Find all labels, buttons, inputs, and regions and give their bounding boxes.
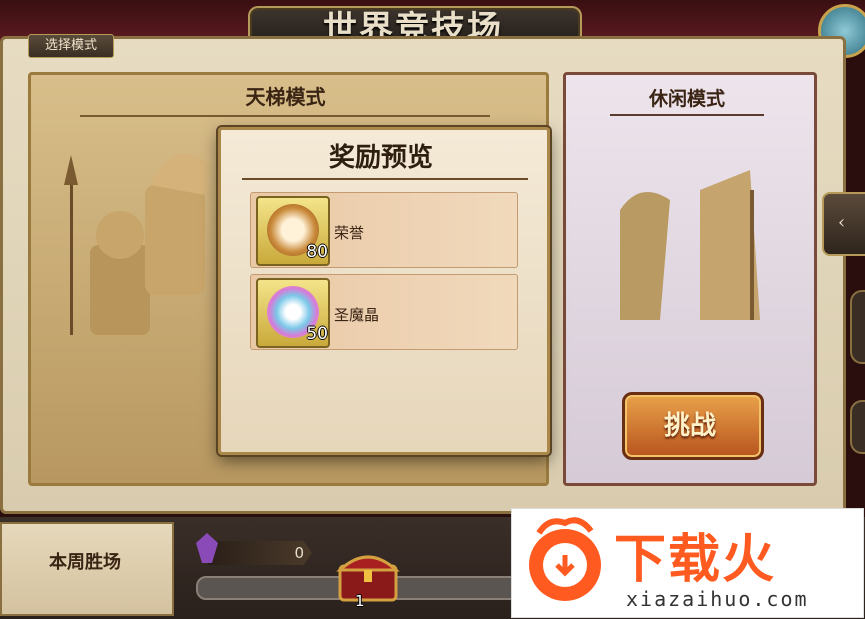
wins-count: 0: [294, 544, 304, 562]
side-button-lower[interactable]: [850, 400, 865, 454]
reward-divider: [242, 178, 528, 180]
ranked-divider: [80, 115, 490, 117]
watermark-brand: 下载火: [614, 530, 777, 590]
select-mode-tab: 选择模式: [28, 34, 114, 58]
eagle-mage-pieces-illustration: [620, 170, 760, 320]
holy-crystal-icon: 50: [256, 278, 330, 348]
purple-gem-icon: [196, 533, 218, 563]
side-button-upper[interactable]: [850, 290, 865, 364]
reward-count: 80: [306, 242, 328, 262]
reward-name: 圣魔晶: [334, 306, 380, 324]
casual-mode-title: 休闲模式: [648, 88, 725, 110]
chest-threshold: 1: [355, 592, 365, 610]
flame-logo-icon: [529, 517, 601, 601]
reward-preview-title: 奖励预览: [328, 143, 433, 173]
challenge-button-label: 挑战: [663, 411, 716, 441]
chess-pieces-illustration: [64, 153, 210, 335]
weekly-wins-label: 本周胜场: [49, 552, 121, 573]
honor-medal-icon: 80: [256, 196, 330, 266]
reward-count: 50: [306, 324, 328, 344]
watermark-url: xiazaihuo.com: [626, 587, 809, 611]
casual-divider: [610, 114, 764, 116]
ranked-mode-title: 天梯模式: [245, 85, 326, 109]
chevron-left-icon: ‹: [838, 212, 846, 233]
reward-name: 荣誉: [334, 224, 365, 242]
treasure-chest-icon[interactable]: [336, 548, 400, 602]
